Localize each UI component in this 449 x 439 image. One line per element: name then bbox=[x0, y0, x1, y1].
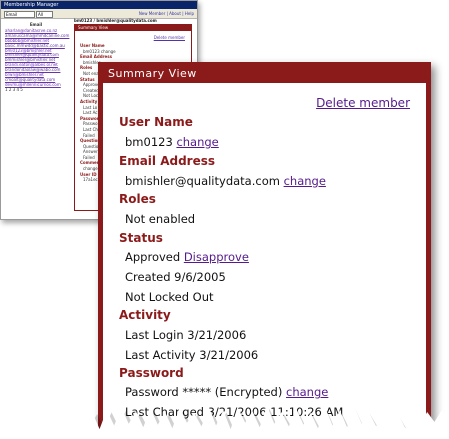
user-name-header: User Name bbox=[119, 115, 193, 129]
email-list: Email aharlan@danitasrve.co.nz amanuscama… bbox=[5, 22, 69, 93]
activity-header: Activity bbox=[119, 308, 171, 322]
roles-value: Not enabled bbox=[125, 212, 196, 226]
password-row: Password ***** (Encrypted) change bbox=[125, 385, 328, 399]
summary-view-panel: Summary View Delete member User Name bm0… bbox=[98, 62, 431, 438]
summary-view-title: Summary View bbox=[103, 67, 426, 83]
change-password-link[interactable]: change bbox=[286, 385, 328, 399]
last-login-value: Last Login 3/21/2006 bbox=[125, 328, 247, 342]
mini-delete-member-link[interactable]: Delete member bbox=[154, 35, 185, 40]
created-value: Created 9/6/2005 bbox=[125, 270, 226, 284]
user-name-row: bm0123 change bbox=[125, 135, 219, 149]
disapprove-link[interactable]: Disapprove bbox=[184, 250, 249, 264]
approved-row: Approved Disapprove bbox=[125, 250, 249, 264]
locked-status-value: Not Locked Out bbox=[125, 290, 214, 304]
delete-member-link[interactable]: Delete member bbox=[316, 96, 410, 110]
change-email-link[interactable]: change bbox=[284, 174, 326, 188]
last-activity-value: Last Activity 3/21/2006 bbox=[125, 348, 259, 362]
approved-value: Approved bbox=[125, 250, 181, 264]
toolbar-links[interactable]: New Member | About | Help bbox=[139, 11, 194, 16]
mini-section-header: Email Address bbox=[80, 54, 113, 60]
mini-panel-title: Summary View bbox=[75, 25, 191, 31]
status-header: Status bbox=[119, 231, 163, 245]
filter-select[interactable]: Email bbox=[4, 11, 35, 18]
email-row: bmishler@qualitydata.com change bbox=[125, 174, 326, 188]
email-address-header: Email Address bbox=[119, 154, 216, 168]
window-titlebar: Membership Manager bbox=[1, 1, 197, 9]
detail-header: bm0123 / bmishler@qualitydata.com bbox=[74, 18, 157, 23]
password-value: Password ***** (Encrypted) bbox=[125, 385, 283, 399]
user-name-value: bm0123 bbox=[125, 135, 173, 149]
email-value: bmishler@qualitydata.com bbox=[125, 174, 280, 188]
password-header: Password bbox=[119, 366, 184, 380]
letter-select[interactable]: All bbox=[36, 11, 53, 18]
pager[interactable]: 1 2 3 4 5 bbox=[5, 87, 67, 93]
window-title: Membership Manager bbox=[4, 2, 59, 8]
roles-header: Roles bbox=[119, 192, 156, 206]
change-username-link[interactable]: change bbox=[176, 135, 218, 149]
